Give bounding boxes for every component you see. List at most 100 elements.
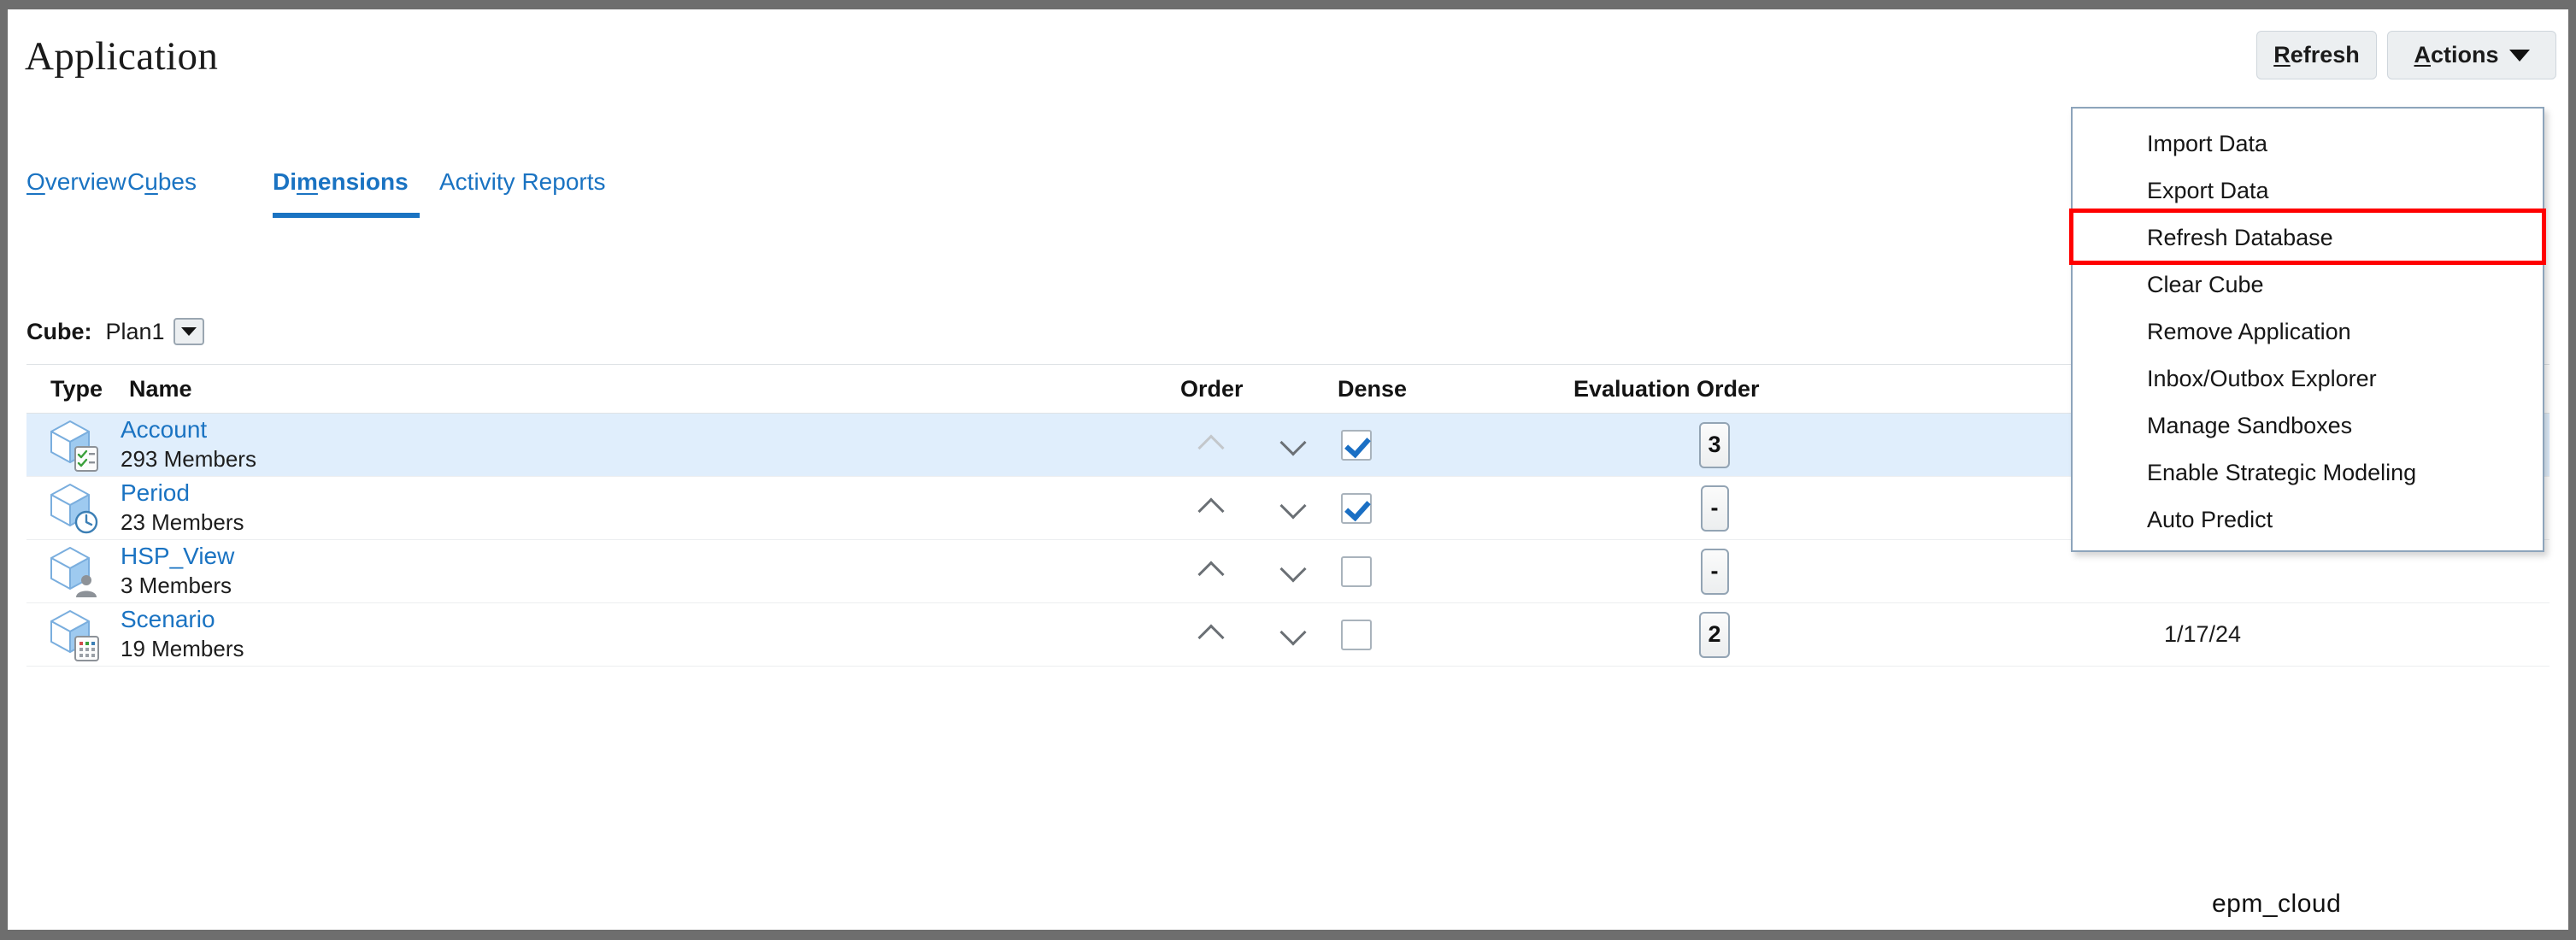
dimension-name-link[interactable]: HSP_View: [121, 543, 1180, 570]
dimension-name-link[interactable]: Period: [121, 479, 1180, 507]
tab-label-part: C: [127, 168, 145, 195]
tab-mnemonic: m: [297, 168, 318, 195]
dense-checkbox[interactable]: [1341, 555, 1372, 587]
evaluation-order-value[interactable]: -: [1700, 548, 1729, 595]
tab-activity-reports[interactable]: Activity Reports: [439, 168, 606, 196]
cube-selector: Cube: Plan1: [26, 314, 204, 349]
cube-checklist-icon: [50, 420, 98, 472]
chevron-up-icon[interactable]: [1192, 620, 1232, 650]
dimension-dense-cell: [1326, 492, 1573, 524]
menu-item-import-data[interactable]: Import Data: [2073, 126, 2543, 162]
dimension-type-cell: [26, 608, 121, 662]
dimension-name-cell: Account 293 Members: [121, 416, 1180, 474]
tab-label: Activity Reports: [439, 168, 606, 195]
chevron-down-icon[interactable]: [1274, 493, 1314, 524]
column-header-order: Order: [1180, 375, 1244, 402]
chevron-down-icon: [180, 327, 197, 336]
dimension-evaluation-order-cell: 2: [1573, 611, 1856, 658]
chevron-down-icon: [2508, 49, 2530, 62]
dimension-dense-cell: [1326, 619, 1573, 650]
menu-item-auto-predict[interactable]: Auto Predict: [2073, 502, 2543, 538]
dimension-member-count: 293 Members: [121, 445, 256, 472]
refresh-button[interactable]: Refresh: [2256, 31, 2377, 79]
actions-button[interactable]: Actions: [2387, 31, 2556, 79]
column-header-type: Type: [50, 375, 103, 402]
dimension-order-cell: [1180, 620, 1326, 650]
menu-item-gap: [2073, 491, 2543, 502]
menu-item-refresh-database[interactable]: Refresh Database: [2073, 220, 2543, 256]
menu-item-gap: [2073, 209, 2543, 220]
chevron-up-icon[interactable]: [1192, 493, 1232, 524]
dimension-date-cell: 1/17/24: [1856, 621, 2550, 648]
chevron-up-icon[interactable]: [1192, 556, 1232, 587]
chevron-down-icon[interactable]: [1274, 430, 1314, 461]
application-page: Application Refresh Actions Overview Cube…: [0, 0, 2576, 940]
evaluation-order-value[interactable]: 3: [1699, 421, 1730, 468]
menu-item-gap: [2073, 444, 2543, 455]
tab-cubes[interactable]: Cubes: [127, 168, 197, 196]
tab-dimensions[interactable]: Dimensions: [273, 168, 409, 196]
column-header-evaluation-order: Evaluation Order: [1573, 375, 1760, 402]
actions-button-mnemonic: A: [2414, 42, 2431, 68]
dimension-type-cell: [26, 544, 121, 599]
dense-checkbox[interactable]: [1341, 492, 1372, 524]
dimension-evaluation-order-cell: 3: [1573, 421, 1856, 468]
dimension-name-link[interactable]: Account: [121, 416, 1180, 444]
evaluation-order-value[interactable]: 2: [1699, 611, 1730, 658]
dimension-name-cell: Period 23 Members: [121, 479, 1180, 538]
dimension-member-count: 23 Members: [121, 508, 244, 535]
menu-item-enable-strategic-modeling[interactable]: Enable Strategic Modeling: [2073, 455, 2543, 491]
menu-item-manage-sandboxes[interactable]: Manage Sandboxes: [2073, 408, 2543, 444]
active-tab-indicator: [273, 213, 420, 218]
cube-selector-value[interactable]: Plan1: [106, 319, 165, 345]
table-row[interactable]: Scenario 19 Members 2 1/17/24: [26, 603, 2550, 667]
tab-label-part: bes: [157, 168, 197, 195]
chevron-up-icon: [1192, 430, 1232, 461]
cube-person-icon: [50, 546, 97, 597]
menu-item-gap: [2073, 256, 2543, 267]
tab-label-part: ensions: [317, 168, 409, 195]
menu-item-remove-application[interactable]: Remove Application: [2073, 314, 2543, 350]
dense-checkbox[interactable]: [1341, 429, 1372, 461]
chevron-down-icon[interactable]: [1274, 620, 1314, 650]
dimension-order-cell: [1180, 493, 1326, 524]
tab-mnemonic: u: [144, 168, 158, 195]
dimension-evaluation-order-cell: -: [1573, 548, 1856, 595]
menu-item-gap: [2073, 397, 2543, 408]
menu-item-clear-cube[interactable]: Clear Cube: [2073, 267, 2543, 303]
watermark-text: epm_cloud: [2212, 890, 2342, 918]
dimension-dense-cell: [1326, 555, 1573, 587]
refresh-button-mnemonic: R: [2273, 42, 2291, 68]
dimension-dense-cell: [1326, 429, 1573, 461]
tab-overview[interactable]: Overview: [26, 168, 126, 196]
dimension-name-cell: HSP_View 3 Members: [121, 543, 1180, 601]
cube-grid-icon: [50, 609, 99, 661]
menu-item-gap: [2073, 303, 2543, 314]
dense-checkbox[interactable]: [1341, 619, 1372, 650]
column-header-name: Name: [129, 375, 192, 402]
cube-selector-label: Cube:: [26, 318, 92, 344]
refresh-button-label: efresh: [2290, 42, 2360, 68]
dimension-type-cell: [26, 481, 121, 536]
menu-item-export-data[interactable]: Export Data: [2073, 173, 2543, 209]
dimension-type-cell: [26, 418, 121, 473]
column-header-dense: Dense: [1338, 375, 1408, 402]
actions-dropdown-menu[interactable]: Import Data Export Data Refresh Database Cl…: [2071, 107, 2544, 552]
cube-clock-icon: [50, 483, 98, 533]
dimension-name-cell: Scenario 19 Members: [121, 606, 1180, 664]
menu-item-gap: [2073, 350, 2543, 361]
tab-label-part: verview: [44, 168, 126, 195]
menu-item-inbox-outbox-explorer[interactable]: Inbox/Outbox Explorer: [2073, 361, 2543, 397]
chevron-down-icon[interactable]: [1274, 556, 1314, 587]
dimension-order-cell: [1180, 430, 1326, 461]
dimension-member-count: 19 Members: [121, 635, 244, 661]
dimension-order-cell: [1180, 556, 1326, 587]
dimension-evaluation-order-cell: -: [1573, 485, 1856, 532]
page-canvas: Application Refresh Actions Overview Cube…: [8, 9, 2568, 930]
evaluation-order-value[interactable]: -: [1700, 485, 1729, 532]
tab-mnemonic: O: [26, 168, 45, 195]
tab-label-part: Di: [273, 168, 297, 195]
cube-dropdown-button[interactable]: [173, 318, 204, 345]
actions-button-label: ctions: [2430, 42, 2499, 68]
dimension-name-link[interactable]: Scenario: [121, 606, 1180, 633]
